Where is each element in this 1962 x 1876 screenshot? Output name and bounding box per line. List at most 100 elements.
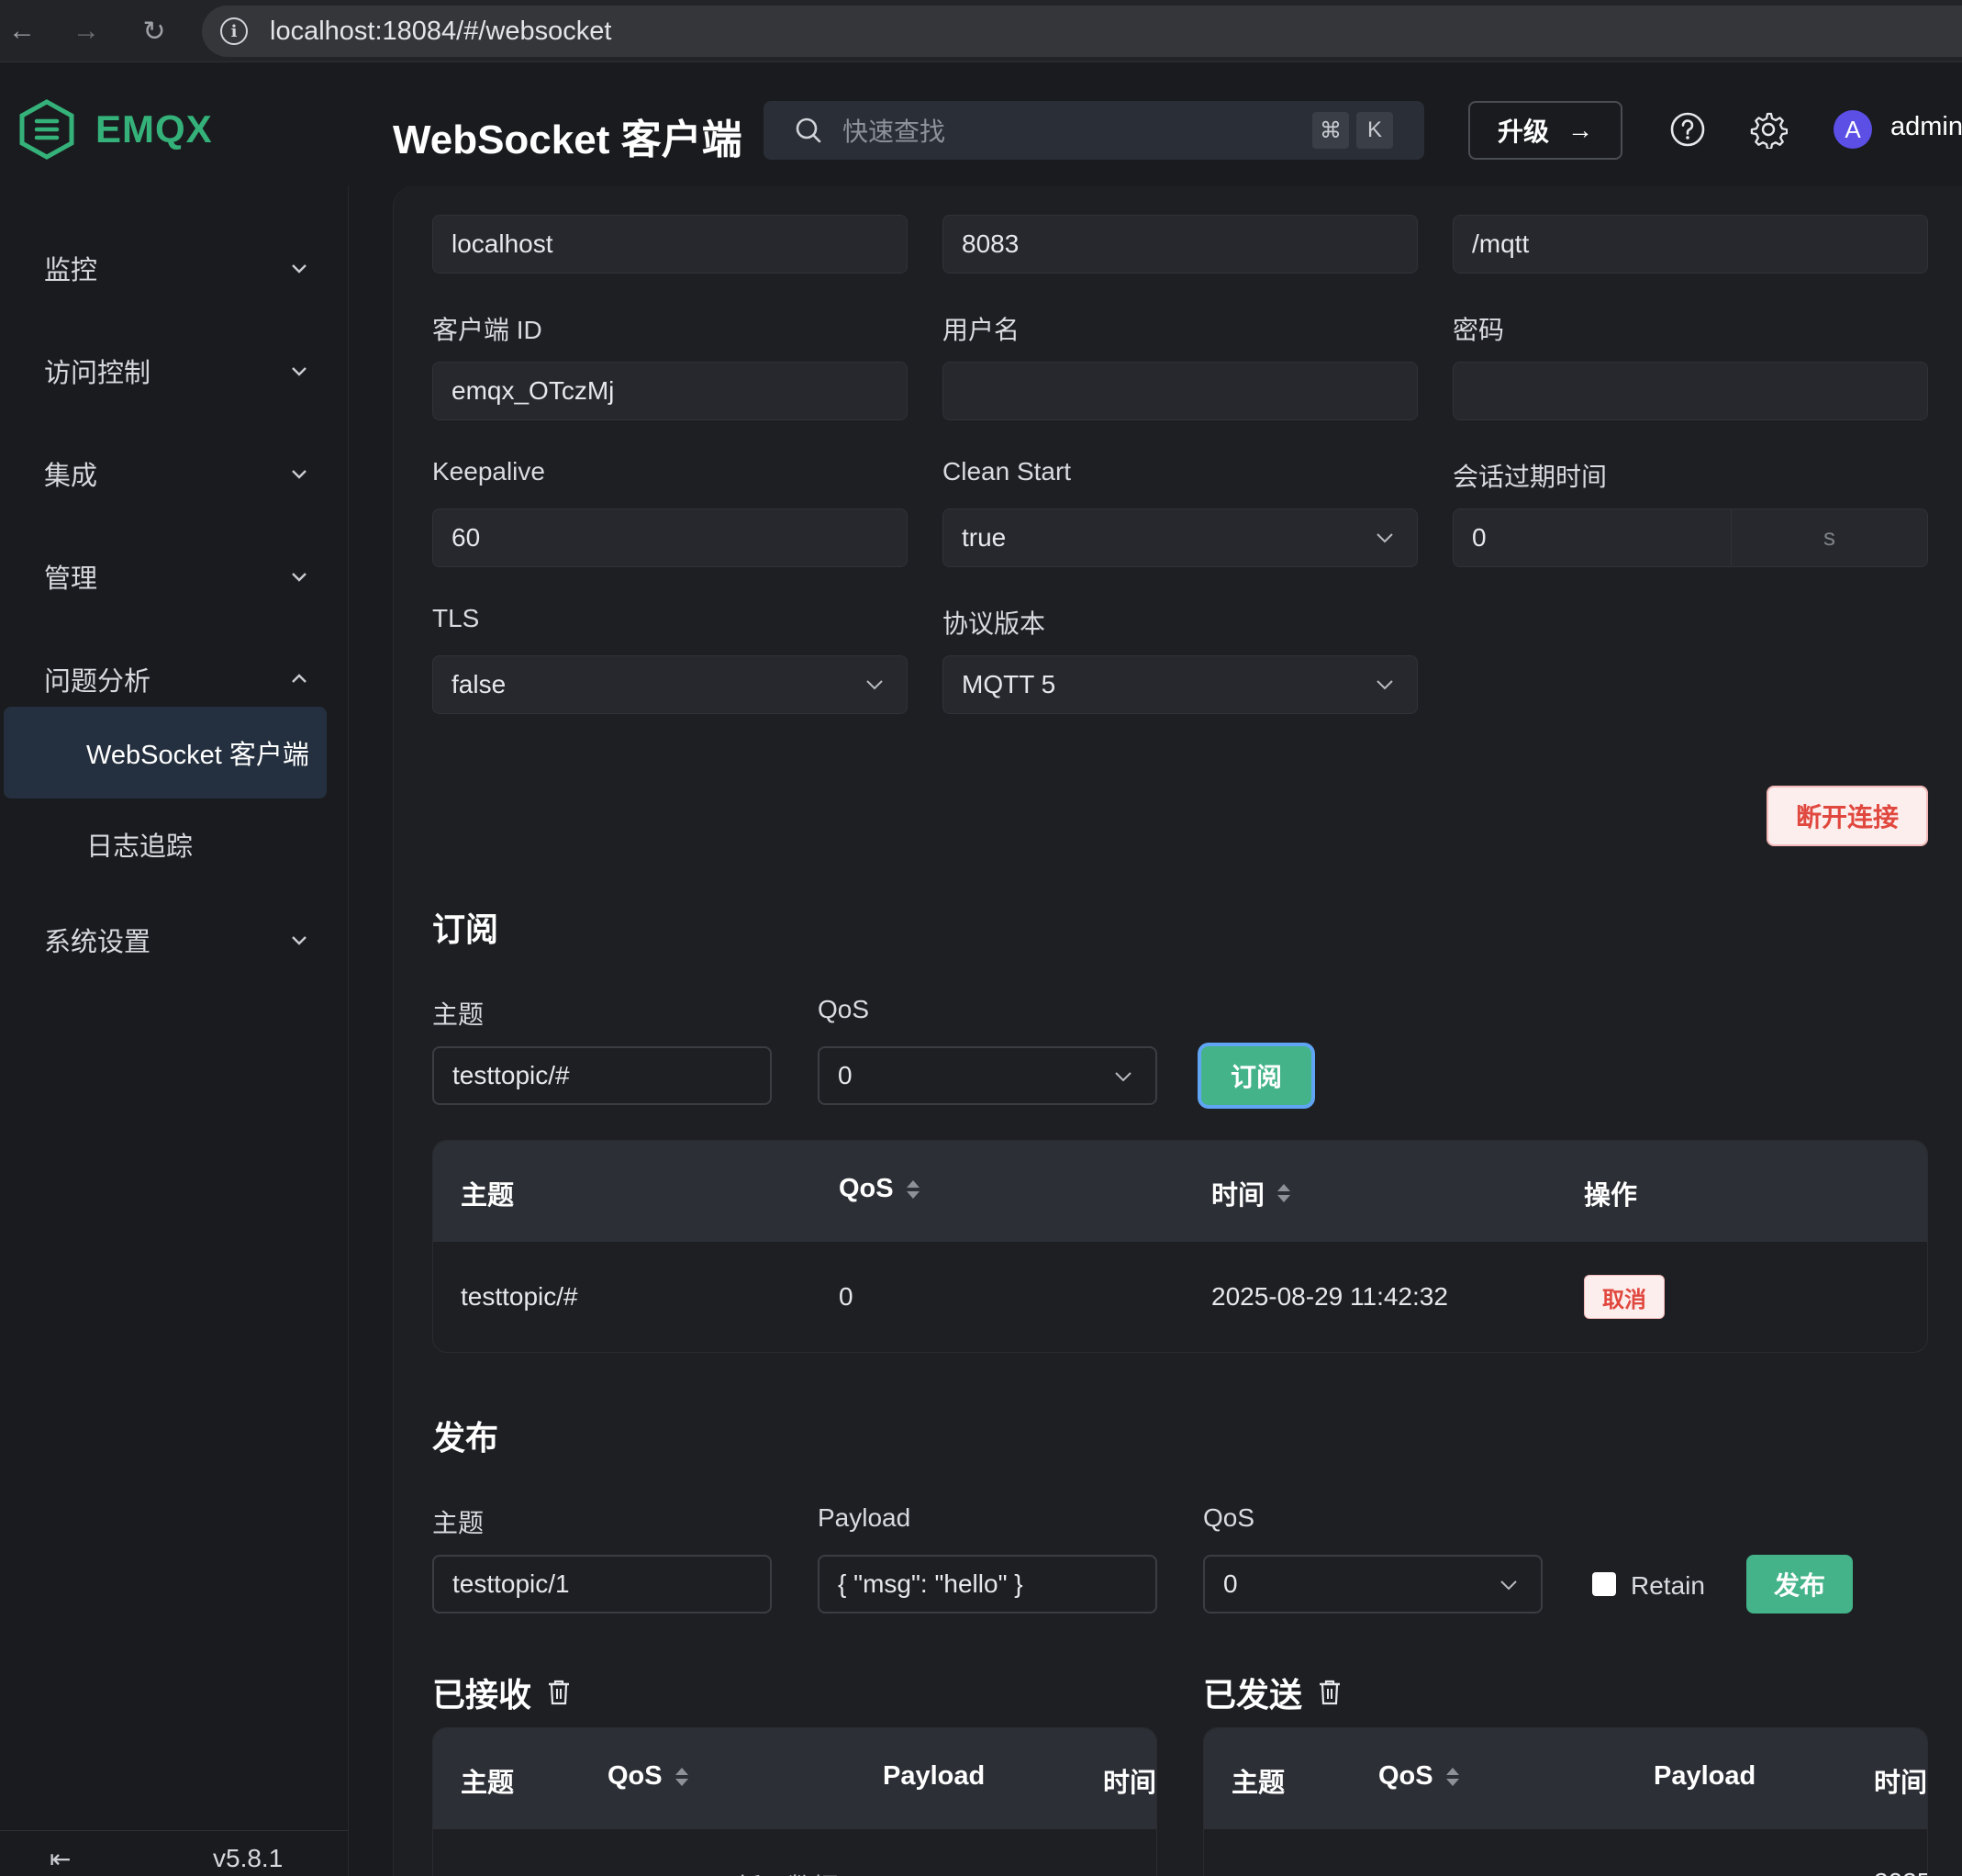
sort-icon[interactable] (1444, 1765, 1461, 1789)
chevron-down-icon (1500, 1580, 1517, 1591)
clean-start-value: true (962, 523, 1007, 552)
clean-start-label: Clean Start (942, 457, 1072, 486)
sidebar-item-label: 系统设置 (44, 928, 151, 957)
column-action: 操作 (1584, 1181, 1638, 1211)
forward-arrow-icon[interactable]: → (68, 13, 105, 50)
chevron-up-icon (292, 674, 307, 683)
search-icon (796, 117, 821, 143)
subscribe-topic-label: 主题 (432, 1000, 485, 1029)
cell-time: 2025 (1874, 1868, 1927, 1876)
publish-topic-input[interactable]: testtopic/1 (432, 1555, 772, 1614)
path-field[interactable]: /mqtt (1453, 215, 1928, 274)
publish-topic-label: 主题 (432, 1509, 485, 1537)
host-field[interactable]: localhost (432, 215, 908, 274)
upgrade-button[interactable]: 升级 → (1468, 101, 1622, 160)
clean-start-select[interactable]: true (942, 508, 1418, 567)
password-field[interactable] (1453, 362, 1928, 420)
publish-payload-label: Payload (818, 1503, 911, 1532)
subscribe-button[interactable]: 订阅 (1201, 1046, 1311, 1105)
keepalive-field[interactable]: 60 (432, 508, 908, 567)
unsubscribe-button[interactable]: 取消 (1584, 1275, 1665, 1319)
keepalive-value: 60 (451, 523, 481, 552)
sent-title-text: 已发送 (1203, 1676, 1303, 1714)
chevron-down-icon (1115, 1072, 1131, 1082)
protocol-select[interactable]: MQTT 5 (942, 655, 1418, 714)
publish-qos-value: 0 (1223, 1569, 1238, 1598)
cell-topic: testtopic/# (461, 1282, 578, 1311)
column-qos[interactable]: QoS (608, 1761, 690, 1792)
sidebar-subitem-label: WebSocket 客户端 (86, 741, 309, 770)
trash-icon[interactable] (546, 1679, 572, 1706)
password-label: 密码 (1453, 316, 1505, 344)
sidebar-subitem-label: 日志追踪 (86, 832, 194, 862)
session-expiry-unit: s (1731, 509, 1927, 565)
sidebar-item-label: 监控 (44, 256, 98, 285)
received-title: 已接收 (432, 1669, 572, 1716)
tls-label: TLS (432, 604, 480, 632)
sidebar-item-access-control[interactable]: 访问控制 (0, 325, 349, 417)
username-field[interactable] (942, 362, 1418, 420)
sidebar-subitem-websocket[interactable]: WebSocket 客户端 (4, 707, 327, 798)
content-panel: localhost 8083 /mqtt 客户端 ID 用户名 密码 emqx_… (393, 185, 1962, 1876)
search-input[interactable]: 快速查找 ⌘ K (764, 101, 1424, 160)
received-table: 主题 QoS Payload 时间 暂无数据 (432, 1727, 1157, 1876)
column-time[interactable]: 时间 (1211, 1174, 1292, 1212)
reload-icon[interactable]: ↻ (136, 13, 173, 50)
tls-value: false (451, 670, 507, 698)
sidebar-footer: ⇤ v5.8.1 (0, 1830, 349, 1876)
disconnect-button[interactable]: 断开连接 (1767, 786, 1928, 846)
publish-button[interactable]: 发布 (1746, 1555, 1853, 1614)
chevron-down-icon (1377, 533, 1393, 543)
app-header: EMQX WebSocket 客户端 快速查找 ⌘ K 升级 → A admin (0, 73, 1962, 185)
publish-payload-input[interactable]: { "msg": "hello" } (818, 1555, 1157, 1614)
url-text: localhost:18084/#/websocket (270, 16, 612, 46)
avatar[interactable]: A (1834, 110, 1872, 149)
port-field[interactable]: 8083 (942, 215, 1418, 274)
sidebar-item-integration[interactable]: 集成 (0, 428, 349, 519)
column-qos[interactable]: QoS (1378, 1761, 1461, 1792)
cell-qos: 0 (839, 1282, 853, 1311)
logo-text: EMQX (95, 107, 213, 151)
column-payload: Payload (883, 1761, 986, 1791)
publish-topic-value: testtopic/1 (452, 1569, 570, 1598)
session-expiry-field[interactable]: 0 s (1453, 508, 1928, 567)
session-expiry-value: 0 (1472, 523, 1487, 552)
sort-icon[interactable] (674, 1765, 690, 1789)
trash-icon[interactable] (1317, 1679, 1343, 1706)
sidebar-item-monitor[interactable]: 监控 (0, 222, 349, 314)
back-arrow-icon[interactable]: ← (4, 13, 40, 50)
table-header: 主题 QoS Payload 时间 (1204, 1728, 1927, 1829)
column-topic: 主题 (461, 1181, 515, 1211)
collapse-sidebar-icon[interactable]: ⇤ (50, 1844, 71, 1874)
emqx-logo-icon (19, 99, 74, 160)
upgrade-label: 升级 (1497, 117, 1549, 146)
version-label: v5.8.1 (213, 1844, 284, 1872)
sidebar-item-system-settings[interactable]: 系统设置 (0, 894, 349, 986)
retain-checkbox[interactable] (1592, 1572, 1616, 1596)
tls-select[interactable]: false (432, 655, 908, 714)
retain-label: Retain (1631, 1571, 1705, 1600)
subscribe-title: 订阅 (432, 910, 499, 948)
search-placeholder: 快速查找 (842, 117, 946, 146)
subscribe-qos-select[interactable]: 0 (818, 1046, 1157, 1105)
protocol-label: 协议版本 (942, 609, 1046, 638)
sidebar-subitem-log-trace[interactable]: 日志追踪 (4, 798, 327, 890)
protocol-value: MQTT 5 (962, 670, 1056, 698)
gear-icon[interactable] (1749, 110, 1788, 149)
column-topic: 主题 (461, 1769, 515, 1798)
main-content: localhost 8083 /mqtt 客户端 ID 用户名 密码 emqx_… (349, 185, 1962, 1876)
sort-icon[interactable] (905, 1178, 921, 1201)
address-bar[interactable]: i localhost:18084/#/websocket (202, 6, 1962, 57)
user-name[interactable]: admin (1890, 112, 1962, 142)
logo[interactable]: EMQX (18, 99, 213, 160)
sidebar-item-management[interactable]: 管理 (0, 530, 349, 622)
publish-payload-value: { "msg": "hello" } (838, 1569, 1023, 1598)
shortcut-cmd-key: ⌘ (1312, 112, 1349, 149)
publish-qos-select[interactable]: 0 (1203, 1555, 1543, 1614)
subscribe-topic-input[interactable]: testtopic/# (432, 1046, 772, 1105)
help-icon[interactable] (1668, 110, 1707, 149)
column-qos[interactable]: QoS (839, 1174, 921, 1204)
site-info-icon[interactable]: i (220, 17, 248, 45)
client-id-field[interactable]: emqx_OTczMj (432, 362, 908, 420)
sort-icon[interactable] (1276, 1181, 1292, 1205)
